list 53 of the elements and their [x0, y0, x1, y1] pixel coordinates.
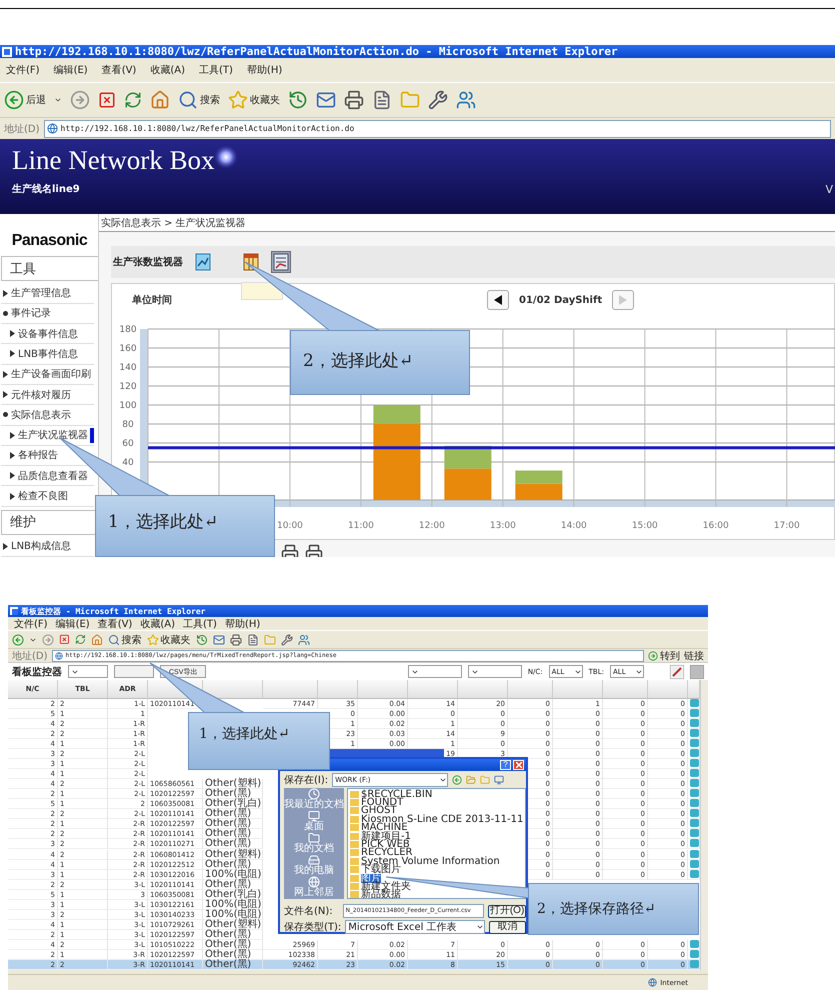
tick-label: 80: [122, 420, 134, 430]
tick-label: 17:00: [774, 521, 800, 531]
tick-label: 40: [122, 458, 134, 468]
callout: 1，选择此处↵: [95, 495, 275, 557]
page-title: 看板监控器: [12, 666, 62, 678]
callout: 1，选择此处↵: [188, 712, 330, 770]
table-cell: 100%(电阻): [203, 910, 263, 920]
field-label: 文件名(N):: [284, 904, 333, 918]
tick-label: 13:00: [490, 521, 516, 531]
table-cell: Other(塑料): [203, 779, 263, 790]
table-cell: 100%(电阻): [203, 870, 263, 880]
tick-label: 140: [119, 363, 137, 373]
table-cell: Other(黑): [203, 940, 263, 950]
tick-label: 120: [119, 382, 137, 392]
axis-title: 单位时间: [132, 294, 173, 307]
table-cell: Other(黑): [203, 860, 263, 870]
tick-label: 180: [119, 325, 137, 335]
table-cell: Other(黑): [203, 809, 263, 820]
tick-label: 14:00: [560, 521, 587, 531]
panel-title: 生产张数监视器: [113, 256, 183, 269]
tick-label: 11:00: [348, 521, 374, 531]
header-text: V: [825, 182, 833, 196]
table-cell: Other(乳白): [203, 890, 263, 900]
address-label: 地址(D): [4, 122, 40, 136]
brand-logo: Panasonic: [10, 232, 88, 251]
table-cell: Other(黑): [203, 819, 263, 830]
table-cell: Other(塑料): [203, 850, 263, 860]
callout: 2，选择保存路径↵: [528, 883, 699, 935]
address-label: 地址(D): [12, 650, 48, 662]
table-cell: 100%(电阻): [203, 900, 263, 910]
table-cell: Other(黑): [203, 960, 263, 970]
table-cell: Other(乳白): [203, 799, 263, 810]
tick-label: 15:00: [632, 521, 658, 531]
line-name: 生产线名line9: [12, 182, 80, 196]
window-title: 看板监控器 - Microsoft Internet Explorer: [21, 606, 206, 616]
tick-label: 60: [122, 439, 134, 449]
table-cell: Other(黑): [203, 880, 263, 890]
window-title: http://192.168.10.1:8080/lwz/ReferPanelActualMonitorAction.do - Microsoft Internet Explorer: [15, 45, 618, 58]
table-cell: Other(黑): [203, 829, 263, 840]
tick-label: 10:00: [276, 521, 303, 531]
tick-label: 160: [119, 344, 137, 354]
field-label: 保存类型(T):: [284, 920, 342, 934]
section-title: 工具: [1, 256, 98, 282]
table-cell: Other(塑料): [203, 920, 263, 930]
tick-label: 16:00: [702, 521, 729, 531]
app-title: Line Network Box: [12, 145, 214, 176]
field-label: 保存在(I):: [284, 774, 328, 786]
callout: 2，选择此处↵: [290, 330, 470, 395]
tick-label: 12:00: [418, 521, 445, 531]
tick-label: 100: [119, 401, 137, 411]
table-cell: Other(黑): [203, 930, 263, 940]
period-label: 01/02 DayShift: [519, 294, 602, 306]
table-cell: Other(黑): [203, 839, 263, 850]
